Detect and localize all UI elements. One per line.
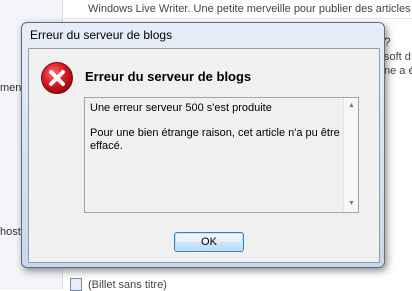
error-message-text: Une erreur serveur 500 s'est produite Po… (90, 102, 340, 153)
error-dialog: Erreur du serveur de blogs Erreur du ser… (21, 22, 385, 268)
error-message-line: Pour une bien étrange raison, cet articl… (90, 127, 340, 152)
background-list-item-label: (Billet sans titre) (88, 278, 167, 291)
background-fragment: ne a é (384, 65, 412, 77)
dialog-body: Erreur du serveur de blogs Une erreur se… (28, 48, 380, 263)
error-icon (40, 61, 74, 95)
background-list-item[interactable]: (Billet sans titre) (70, 278, 167, 291)
scroll-down-icon[interactable]: ▼ (344, 197, 359, 211)
document-icon (70, 278, 82, 291)
ok-button[interactable]: OK (174, 232, 244, 252)
background-text-line: Windows Live Writer. Une petite merveill… (88, 3, 411, 15)
background-fragment: ? (384, 35, 391, 49)
error-message-box[interactable]: Une erreur serveur 500 s'est produite Po… (84, 97, 359, 213)
background-left-text: men (0, 82, 22, 94)
dialog-titlebar[interactable]: Erreur du serveur de blogs (22, 23, 384, 47)
dialog-heading: Erreur du serveur de blogs (85, 69, 252, 84)
background-divider (64, 18, 412, 19)
dialog-title: Erreur du serveur de blogs (30, 28, 173, 42)
vertical-scrollbar[interactable]: ▲ ▼ (343, 98, 358, 212)
background-left-text: host (0, 226, 21, 238)
error-message-line: Une erreur serveur 500 s'est produite (90, 102, 272, 114)
background-fragment: soft d (384, 51, 411, 63)
scroll-up-icon[interactable]: ▲ (344, 99, 359, 113)
